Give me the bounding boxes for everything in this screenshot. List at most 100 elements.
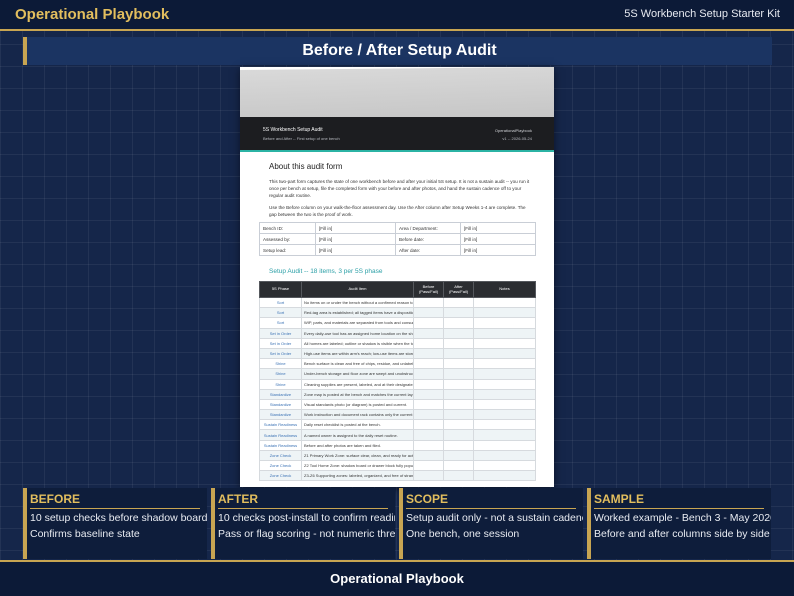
document-org: OperationalPlaybook	[494, 128, 532, 133]
phase-cell: Sort	[259, 307, 302, 319]
section-title: Setup Audit -- 18 items, 3 per 5S phase	[269, 268, 383, 275]
phase-cell: Sustain Readiness	[259, 439, 302, 451]
audit-item-cell: Cleaning supplies are present, labeled, …	[301, 378, 414, 390]
notes-cell	[473, 419, 536, 431]
phase-cell: Set in Order	[259, 337, 302, 349]
audit-item-cell: WIP, parts, and materials are separated …	[301, 317, 414, 329]
notes-cell	[473, 337, 536, 349]
audit-item-cell: High-use items are within arm's reach; l…	[301, 347, 414, 360]
top-bar: Operational Playbook 5S Workbench Setup …	[0, 0, 794, 31]
info-row: Bench ID: [Fill in] Area / Department: […	[259, 222, 536, 234]
kit-label: 5S Workbench Setup Starter Kit	[624, 8, 780, 20]
table-row: Zone Check Z3-Z6 Supporting zones: labele…	[259, 470, 536, 482]
table-row: Sort No items on or under the bench witho…	[259, 296, 536, 309]
audit-item-cell: Work instruction and document rack conta…	[301, 409, 414, 421]
card-line: Before and after columns side by side	[594, 528, 770, 540]
table-row: Sustain Readiness Before and after photos…	[259, 439, 536, 451]
col-notes: Notes	[473, 281, 536, 298]
before-cell	[413, 388, 444, 400]
table-row: Set in Order Every daily-use tool has an …	[259, 327, 536, 339]
notes-cell	[473, 358, 536, 370]
card-title: BEFORE	[30, 492, 200, 509]
card-line: 10 checks post-install to confirm readin…	[218, 512, 395, 524]
before-cell	[413, 317, 444, 329]
after-cell	[443, 439, 474, 451]
audit-item-cell: All homes are labeled; outline or shadow…	[301, 337, 414, 349]
info-value: [Fill in]	[315, 244, 396, 256]
table-row: Zone Check Z2 Tool Home Zone: shadow boar…	[259, 459, 536, 472]
audit-item-cell: A named owner is assigned to the daily r…	[301, 429, 414, 441]
notes-cell	[473, 347, 536, 360]
phase-cell: Standardize	[259, 398, 302, 411]
before-cell	[413, 296, 444, 309]
about-paragraph-2: Use the Before column on your walk-the-f…	[269, 205, 526, 217]
phase-cell: Zone Check	[259, 470, 302, 482]
footer-label: Operational Playbook	[330, 571, 464, 586]
about-heading: About this audit form	[269, 162, 343, 171]
footer: Operational Playbook	[0, 560, 794, 596]
after-cell	[443, 347, 474, 360]
audit-document: 5S Workbench Setup Audit Before and Afte…	[240, 67, 554, 487]
before-cell	[413, 419, 444, 431]
table-row: Standardize Work instruction and document…	[259, 409, 536, 421]
table-row: Sustain Readiness A named owner is assign…	[259, 429, 536, 441]
table-row: Set in Order High-use items are within ar…	[259, 347, 536, 360]
after-cell	[443, 368, 474, 380]
after-cell	[443, 419, 474, 431]
notes-cell	[473, 296, 536, 309]
audit-item-cell: Under-bench storage and floor zone are s…	[301, 368, 414, 380]
before-cell	[413, 368, 444, 380]
info-row: Setup lead: [Fill in] After date: [Fill …	[259, 244, 536, 256]
before-cell	[413, 337, 444, 349]
info-label: Area / Department:	[395, 222, 461, 234]
audit-item-cell: Red-tag area is established; all tagged …	[301, 307, 414, 319]
audit-item-cell: Daily reset checklist is posted at the b…	[301, 419, 414, 431]
col-phase: 5S Phase	[259, 281, 302, 298]
before-cell	[413, 449, 444, 462]
document-title: 5S Workbench Setup Audit	[263, 127, 323, 133]
info-value: [Fill in]	[460, 244, 536, 256]
table-row: Shine Under-bench storage and floor zone …	[259, 368, 536, 380]
info-value: [Fill in]	[460, 222, 536, 234]
col-before: Before (Pass/Fail)	[413, 281, 444, 298]
after-cell	[443, 307, 474, 319]
after-cell	[443, 378, 474, 390]
audit-item-cell: Every daily-use tool has an assigned hom…	[301, 327, 414, 339]
card-sample: SAMPLE Worked example - Bench 3 - May 20…	[587, 488, 771, 559]
audit-table: 5S Phase Audit Item Before (Pass/Fail) A…	[259, 281, 536, 482]
notes-cell	[473, 327, 536, 339]
info-value: [Fill in]	[315, 222, 396, 234]
phase-cell: Shine	[259, 368, 302, 380]
info-value: [Fill in]	[460, 233, 536, 245]
phase-cell: Standardize	[259, 388, 302, 400]
col-item: Audit Item	[301, 281, 414, 298]
phase-cell: Zone Check	[259, 459, 302, 472]
audit-item-cell: Z1 Primary Work Zone: surface clear, cle…	[301, 449, 414, 462]
card-title: AFTER	[218, 492, 388, 509]
notes-cell	[473, 459, 536, 472]
info-label: Assessed by:	[259, 233, 316, 245]
document-subtitle: Before and After -- First setup of one b…	[263, 136, 340, 141]
card-title: SCOPE	[406, 492, 576, 509]
phase-cell: Shine	[259, 358, 302, 370]
notes-cell	[473, 409, 536, 421]
document-version: v1 -- 2026-05-24	[502, 136, 532, 141]
after-cell	[443, 327, 474, 339]
table-row: Set in Order All homes are labeled; outli…	[259, 337, 536, 349]
audit-header-row: 5S Phase Audit Item Before (Pass/Fail) A…	[259, 281, 536, 298]
info-label: Setup lead:	[259, 244, 316, 256]
before-cell	[413, 398, 444, 411]
after-cell	[443, 358, 474, 370]
before-cell	[413, 459, 444, 472]
after-cell	[443, 470, 474, 482]
notes-cell	[473, 398, 536, 411]
notes-cell	[473, 470, 536, 482]
after-cell	[443, 398, 474, 411]
after-cell	[443, 337, 474, 349]
audit-item-cell: Bench surface is clean and free of chips…	[301, 358, 414, 370]
audit-item-cell: Zone map is posted at the bench and matc…	[301, 388, 414, 400]
before-cell	[413, 358, 444, 370]
table-row: Zone Check Z1 Primary Work Zone: surface …	[259, 449, 536, 462]
notes-cell	[473, 388, 536, 400]
notes-cell	[473, 429, 536, 441]
